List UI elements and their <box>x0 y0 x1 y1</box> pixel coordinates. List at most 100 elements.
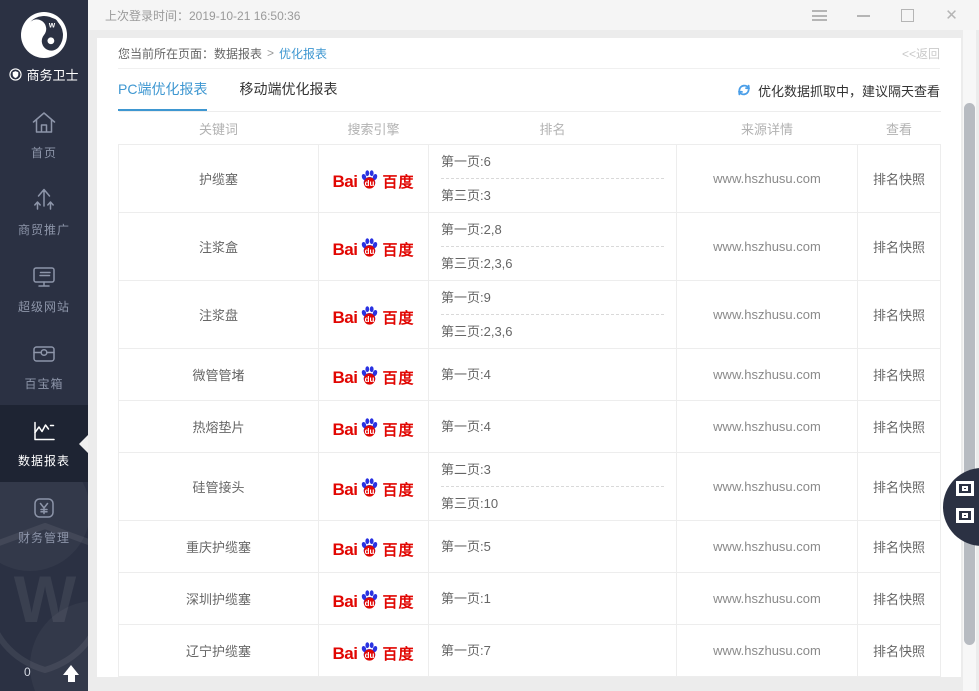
hamburger-menu-icon[interactable] <box>812 8 827 23</box>
rank-snapshot-link[interactable]: 排名快照 <box>873 540 925 555</box>
rank-line: 第一页:4 <box>441 367 491 382</box>
minimize-button[interactable] <box>856 8 871 23</box>
brand-badge-icon <box>9 67 23 81</box>
svg-text:du: du <box>365 314 375 323</box>
svg-text:du: du <box>365 546 375 555</box>
column-header: 查看 <box>857 111 941 145</box>
website-monitor-icon <box>0 262 88 294</box>
source-cell: www.hszhusu.com <box>676 144 858 213</box>
rank-cell: 第一页:4 <box>428 400 677 453</box>
engine-cell: Bai du 百度 <box>318 280 429 349</box>
rank-snapshot-link[interactable]: 排名快照 <box>873 592 925 607</box>
rank-snapshot-link[interactable]: 排名快照 <box>873 420 925 435</box>
view-cell: 排名快照 <box>857 624 941 677</box>
promotion-arrows-icon <box>0 185 88 217</box>
rank-cell: 第一页:7 <box>428 624 677 677</box>
rank-cell: 第一页:5 <box>428 520 677 573</box>
breadcrumb-separator: > <box>267 46 275 60</box>
rank-snapshot-link[interactable]: 排名快照 <box>873 172 925 187</box>
view-cell: 排名快照 <box>857 144 941 213</box>
message-count: 0 <box>24 665 31 679</box>
qr-square-icon <box>956 481 974 496</box>
source-cell: www.hszhusu.com <box>676 348 858 401</box>
column-header: 排名 <box>428 111 677 145</box>
rank-cell: 第一页:1 <box>428 572 677 625</box>
table-row: 深圳护缆塞 Bai du 百度 第一页:1 www.hszhusu.com 排名… <box>118 572 941 625</box>
rank-snapshot-link[interactable]: 排名快照 <box>873 480 925 495</box>
svg-text:w: w <box>48 20 56 29</box>
sidebar-item-数据报表[interactable]: 数据报表 <box>0 405 88 482</box>
sidebar-nav: 首页 商贸推广 超级网站 百宝箱 数据报表 财务管理 <box>0 97 88 559</box>
keyword-cell: 热熔垫片 <box>118 400 319 453</box>
baidu-logo: Bai du 百度 <box>332 237 415 259</box>
tab-移动端优化报表[interactable]: 移动端优化报表 <box>239 69 337 111</box>
rank-snapshot-link[interactable]: 排名快照 <box>873 368 925 383</box>
baidu-logo: Bai du 百度 <box>332 537 415 559</box>
keyword-cell: 护缆塞 <box>118 144 319 213</box>
rank-snapshot-link[interactable]: 排名快照 <box>873 240 925 255</box>
sidebar-item-商贸推广[interactable]: 商贸推广 <box>0 174 88 251</box>
engine-cell: Bai du 百度 <box>318 400 429 453</box>
view-cell <box>857 676 941 677</box>
rank-snapshot-link[interactable]: 排名快照 <box>873 308 925 323</box>
sidebar-item-百宝箱[interactable]: 百宝箱 <box>0 328 88 405</box>
toolbox-icon <box>0 339 88 371</box>
baidu-logo: Bai du 百度 <box>332 641 415 663</box>
home-icon <box>0 108 88 140</box>
titlebar: 上次登录时间：2019-10-21 16:50:36 ✕ <box>88 0 979 30</box>
table-header-row: 关键词 搜索引擎 排名 来源详情 查看 <box>118 111 941 145</box>
column-header: 关键词 <box>118 111 319 145</box>
baidu-logo: Bai du 百度 <box>332 477 415 499</box>
tab-PC端优化报表[interactable]: PC端优化报表 <box>118 69 208 111</box>
table-row: 硅管接头 Bai du 百度 第二页:3 第三页:10 www.hszhusu.c… <box>118 452 941 521</box>
svg-text:du: du <box>365 246 375 255</box>
engine-cell: Bai du 百度 <box>318 624 429 677</box>
table-row: 微管管堵 Bai du 百度 第一页:4 www.hszhusu.com 排名快… <box>118 348 941 401</box>
brand-name: 商务卫士 <box>26 67 79 83</box>
rank-line: 第三页:10 <box>441 486 664 520</box>
content-card: 您当前所在页面：数据报表 > 优化报表 <<返回 PC端优化报表 移动端优化报表… <box>97 38 961 677</box>
table-row: 注浆盘 Bai du 百度 第一页:9 第三页:2,3,6 www.hszhusu… <box>118 280 941 349</box>
keyword-cell: 硅管接头 <box>118 452 319 521</box>
sidebar-item-首页[interactable]: 首页 <box>0 97 88 174</box>
svg-text:du: du <box>365 486 375 495</box>
engine-cell: Bai du 百度 <box>318 212 429 281</box>
rank-snapshot-link[interactable]: 排名快照 <box>873 644 925 659</box>
svg-text:du: du <box>365 374 375 383</box>
rank-line: 第一页:1 <box>441 591 491 606</box>
rank-line: 第一页:4 <box>441 419 491 434</box>
back-link[interactable]: <<返回 <box>902 45 940 62</box>
view-cell: 排名快照 <box>857 280 941 349</box>
table-row: Bai du 百度 <box>118 676 941 677</box>
table-row: 辽宁护缆塞 Bai du 百度 第一页:7 www.hszhusu.com 排名… <box>118 624 941 677</box>
source-cell: www.hszhusu.com <box>676 452 858 521</box>
engine-cell: Bai du 百度 <box>318 144 429 213</box>
close-button[interactable]: ✕ <box>944 8 959 23</box>
fetch-status-text: 优化数据抓取中，建议隔天查看 <box>757 83 940 99</box>
last-login-text: 上次登录时间：2019-10-21 16:50:36 <box>105 8 301 23</box>
keyword-cell <box>118 676 319 677</box>
collapse-up-arrow-icon[interactable] <box>63 665 79 683</box>
keyword-cell: 注浆盒 <box>118 212 319 281</box>
source-cell <box>676 676 858 677</box>
rank-cell: 第一页:6 第三页:3 <box>428 144 677 213</box>
keyword-cell: 注浆盘 <box>118 280 319 349</box>
sidebar-item-财务管理[interactable]: 财务管理 <box>0 482 88 559</box>
table-row: 护缆塞 Bai du 百度 第一页:6 第三页:3 www.hszhusu.com… <box>118 144 941 213</box>
scrollbar-thumb[interactable] <box>964 103 975 645</box>
source-cell: www.hszhusu.com <box>676 212 858 281</box>
rank-cell: 第一页:4 <box>428 348 677 401</box>
baidu-logo: Bai du 百度 <box>332 169 415 191</box>
view-cell: 排名快照 <box>857 212 941 281</box>
svg-text:W: W <box>14 562 77 636</box>
scrollbar-track[interactable] <box>963 30 976 691</box>
rank-report-table: 关键词 搜索引擎 排名 来源详情 查看 护缆塞 Bai du 百度 第一页:6 第三页:3… <box>118 111 941 677</box>
rank-line: 第三页:2,3,6 <box>441 246 664 280</box>
view-cell: 排名快照 <box>857 348 941 401</box>
table-row: 重庆护缆塞 Bai du 百度 第一页:5 www.hszhusu.com 排名… <box>118 520 941 573</box>
svg-text:du: du <box>365 178 375 187</box>
sidebar-item-超级网站[interactable]: 超级网站 <box>0 251 88 328</box>
breadcrumb-current[interactable]: 优化报表 <box>279 45 327 62</box>
main-area: 上次登录时间：2019-10-21 16:50:36 ✕ 您当前所在页面：数据报… <box>88 0 979 691</box>
maximize-button[interactable] <box>900 8 915 23</box>
